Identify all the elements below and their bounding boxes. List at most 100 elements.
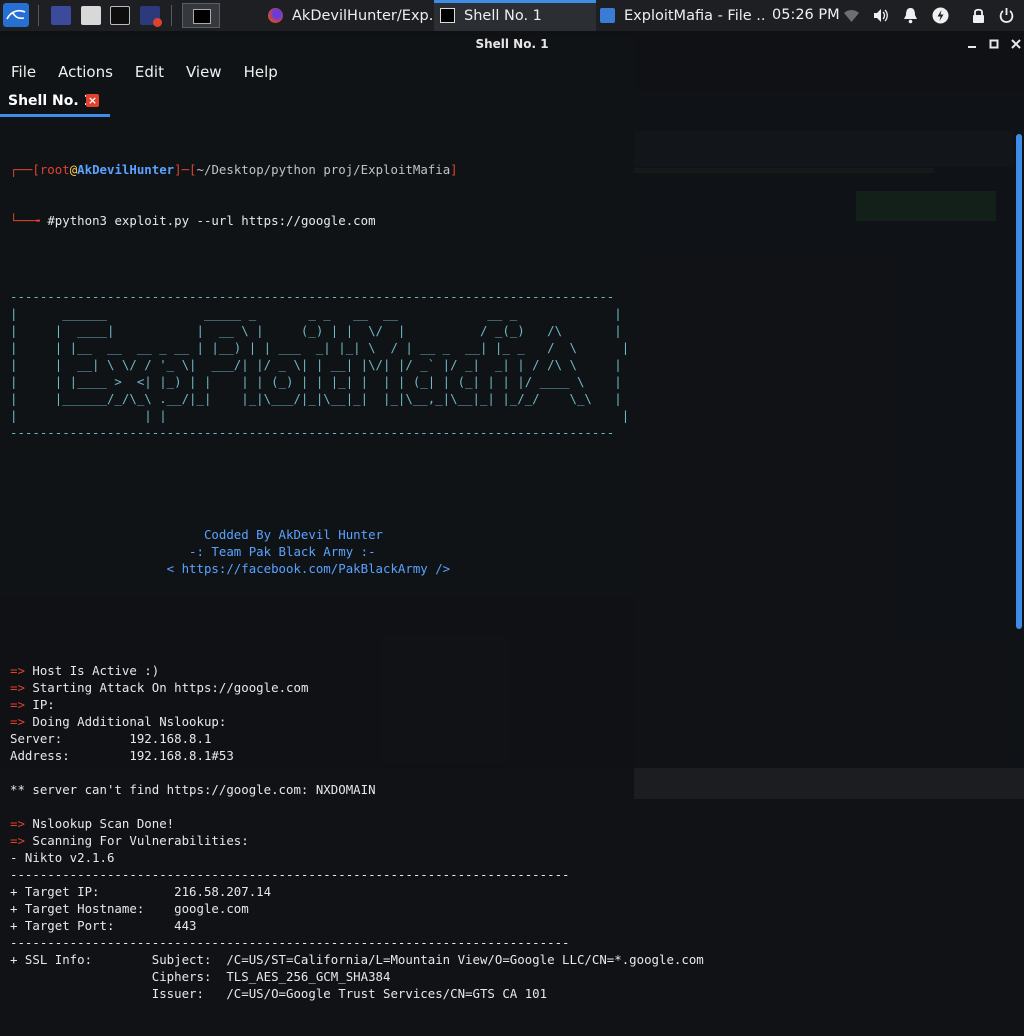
output-line: + Target Hostname: google.com — [10, 900, 704, 917]
output-text: Host Is Active :) — [32, 663, 160, 678]
menu-view[interactable]: View — [175, 58, 233, 86]
output-line: Ciphers: TLS_AES_256_GCM_SHA384 — [10, 968, 704, 985]
credits-line: Codded By AkDevil Hunter — [10, 527, 383, 542]
output-text: Starting Attack On https://google.com — [32, 680, 309, 695]
output-line: Server: 192.168.8.1 — [10, 730, 704, 747]
output-line: ----------------------------------------… — [10, 866, 704, 883]
firefox-icon — [268, 8, 283, 23]
menu-help[interactable]: Help — [233, 58, 289, 86]
prompt-bracket: ] — [450, 162, 458, 177]
close-button[interactable] — [1006, 31, 1024, 58]
terminal-icon — [193, 9, 211, 24]
power-icon[interactable] — [998, 7, 1015, 24]
tab-label: Shell No. 1 — [8, 93, 94, 109]
output-line: => Doing Additional Nslookup: — [10, 713, 704, 730]
output-text: ** server can't find https://google.com:… — [10, 782, 376, 797]
output-arrow: => — [10, 680, 33, 695]
scrollbar-thumb[interactable] — [1016, 134, 1022, 629]
output-line: => Scanning For Vulnerabilities: — [10, 832, 704, 849]
output-text: ----------------------------------------… — [10, 935, 570, 950]
minimize-button[interactable] — [962, 31, 982, 58]
credits-line: -: Team Pak Black Army :- — [10, 544, 376, 559]
task-file-manager[interactable]: ExploitMafia - File ... — [600, 0, 764, 31]
banner-line: | | | | — [10, 408, 630, 423]
output-text: Nslookup Scan Done! — [32, 816, 175, 831]
output-line: => Nslookup Scan Done! — [10, 815, 704, 832]
lock-screen-icon[interactable] — [970, 7, 987, 24]
output-line: => Starting Attack On https://google.com — [10, 679, 704, 696]
output-text: Doing Additional Nslookup: — [32, 714, 227, 729]
task-terminal[interactable]: Shell No. 1 — [434, 0, 596, 31]
output-text: Address: 192.168.8.1#53 — [10, 748, 234, 763]
clock[interactable]: 05:26 PM — [772, 0, 840, 31]
output-text: - Nikto v2.1.6 — [10, 850, 115, 865]
terminal-launcher-icon[interactable] — [110, 6, 130, 25]
panel-separator — [171, 5, 172, 26]
output-text: + Target Port: 443 — [10, 918, 197, 933]
scan-output: => Host Is Active :) => Starting Attack O… — [10, 662, 704, 1002]
output-line: + Target IP: 216.58.207.14 — [10, 883, 704, 900]
banner-line: | | ____| | __ \ | (_) | | \/ | / _(_) /… — [10, 323, 622, 338]
menu-actions[interactable]: Actions — [47, 58, 124, 86]
output-text: Issuer: /C=US/O=Google Trust Services/CN… — [10, 986, 548, 1001]
prompt-bracket: ]─[ — [174, 162, 197, 177]
wifi-icon[interactable] — [843, 7, 860, 24]
minimize-icon — [968, 46, 976, 48]
output-text: Ciphers: TLS_AES_256_GCM_SHA384 — [10, 969, 391, 984]
output-line: - Nikto v2.1.6 — [10, 849, 704, 866]
banner-line: ----------------------------------------… — [10, 425, 615, 440]
maximize-button[interactable] — [984, 31, 1004, 58]
task-label: ExploitMafia - File ... — [624, 7, 764, 24]
output-arrow: => — [10, 714, 33, 729]
tab-close-icon[interactable]: × — [86, 94, 99, 107]
output-text: Scanning For Vulnerabilities: — [32, 833, 249, 848]
output-line: => Host Is Active :) — [10, 662, 704, 679]
output-line: + Target Port: 443 — [10, 917, 704, 934]
prompt-user: root — [39, 162, 70, 177]
power-manager-icon[interactable] — [932, 7, 949, 24]
desktop-icon[interactable] — [51, 6, 71, 25]
terminal-icon — [440, 8, 455, 23]
output-line: Address: 192.168.8.1#53 — [10, 747, 704, 764]
banner-line: | | __| \ \/ / '_ \| ___/| |/ _ \| | __|… — [10, 357, 622, 372]
tab-shell-1[interactable]: Shell No. 1 × — [0, 87, 110, 117]
output-text: + Target Hostname: google.com — [10, 901, 249, 916]
folder-icon — [600, 8, 615, 23]
screen-recorder-icon[interactable] — [140, 6, 162, 27]
prompt-arrow: └──╼ — [10, 213, 48, 228]
file-manager-icon[interactable] — [81, 6, 101, 25]
ascii-banner: ----------------------------------------… — [10, 288, 704, 441]
terminal-window: Shell No. 1 File Actions Edit View Help … — [0, 31, 1024, 1001]
banner-line: | | |__ __ __ _ __ | |__) | | ___ _| |_|… — [10, 340, 630, 355]
kali-menu-icon[interactable] — [3, 3, 29, 27]
menu-bar: File Actions Edit View Help — [0, 58, 1024, 86]
command-line: └──╼ #python3 exploit.py --url https://g… — [10, 212, 704, 229]
terminal-output[interactable]: ┌──[root@AkDevilHunter]─[~/Desktop/pytho… — [10, 127, 704, 1036]
prompt-bracket: ┌──[ — [10, 162, 40, 177]
output-line: ** server can't find https://google.com:… — [10, 781, 704, 798]
output-text: ----------------------------------------… — [10, 867, 570, 882]
notification-bell-icon[interactable] — [902, 7, 919, 24]
close-icon — [1011, 39, 1021, 49]
banner-line: ----------------------------------------… — [10, 289, 615, 304]
output-text: + Target IP: 216.58.207.14 — [10, 884, 272, 899]
prompt-path: ~/Desktop/python proj/ExploitMafia — [196, 162, 451, 177]
output-line: Issuer: /C=US/O=Google Trust Services/CN… — [10, 985, 704, 1002]
output-line: + SSL Info: Subject: /C=US/ST=California… — [10, 951, 704, 968]
menu-file[interactable]: File — [0, 58, 47, 86]
banner-line: | ______ _____ _ _ _ __ __ __ _ | — [10, 306, 622, 321]
menu-edit[interactable]: Edit — [124, 58, 175, 86]
task-label: Shell No. 1 — [464, 7, 542, 24]
output-line: => IP: — [10, 696, 704, 713]
workspace-terminal-button[interactable] — [182, 3, 220, 28]
prompt-host: AkDevilHunter — [77, 162, 175, 177]
output-text: IP: — [32, 697, 55, 712]
volume-icon[interactable] — [872, 7, 889, 24]
task-browser[interactable]: AkDevilHunter/Exp... — [268, 0, 434, 31]
banner-line: | |______/_/\_\ .__/|_| |_|\___/|_|\__|_… — [10, 391, 622, 406]
credits-line: < https://facebook.com/PakBlackArmy /> — [10, 561, 451, 576]
